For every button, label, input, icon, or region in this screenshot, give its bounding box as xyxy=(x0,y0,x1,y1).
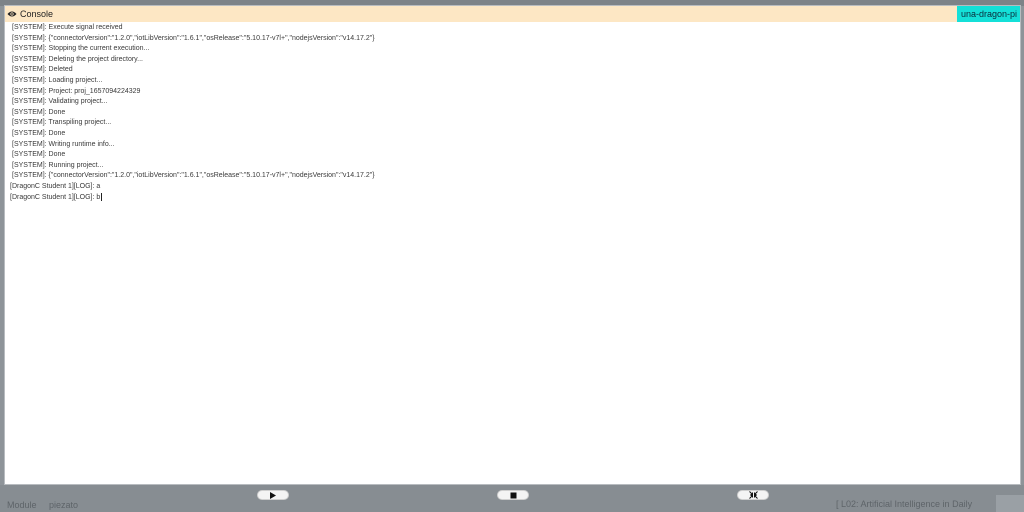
background-lesson-label: [ L02: Artificial Intelligence in Daily xyxy=(836,499,973,509)
log-line: [SYSTEM]: {"connectorVersion":"1.2.0","i… xyxy=(12,34,375,42)
collapse-icon xyxy=(748,486,758,504)
text-cursor xyxy=(101,192,103,201)
eye-icon[interactable] xyxy=(7,9,17,19)
log-line: [SYSTEM]: Loading project... xyxy=(12,76,103,84)
log-line: [SYSTEM]: Execute signal received xyxy=(12,24,123,31)
log-line: [SYSTEM]: Running project... xyxy=(12,161,104,169)
stop-button[interactable] xyxy=(497,490,529,500)
console-window: Console una-dragon-pi [SYSTEM]: Execute … xyxy=(4,5,1021,485)
stop-icon xyxy=(510,486,517,504)
background-module-label: Module xyxy=(7,500,37,510)
log-line: [SYSTEM]: Project: proj_1657094224329 xyxy=(12,87,141,95)
background-module-value: piezato xyxy=(49,500,79,510)
device-badge[interactable]: una-dragon-pi xyxy=(956,6,1020,22)
console-title: Console xyxy=(20,9,54,19)
fullscreen-button[interactable] xyxy=(737,490,769,500)
play-button[interactable] xyxy=(257,490,289,500)
log-line: [SYSTEM]: Done xyxy=(12,108,66,116)
log-line: [SYSTEM]: Transpiling project... xyxy=(12,119,112,127)
log-line: [SYSTEM]: Deleted xyxy=(12,66,73,74)
console-header: Console una-dragon-pi xyxy=(5,6,1020,22)
log-line: [SYSTEM]: Done xyxy=(12,129,66,137)
log-line: [SYSTEM]: Done xyxy=(12,151,66,159)
log-line: [DragonC Student 1][LOG]: b xyxy=(10,192,103,201)
log-line: [SYSTEM]: Writing runtime info... xyxy=(12,140,115,148)
log-line: [SYSTEM]: {"connectorVersion":"1.2.0","i… xyxy=(12,172,375,180)
bottom-toolbar: Module piezato [ L02: Artificial Intelli… xyxy=(0,485,1024,512)
log-line: [SYSTEM]: Stopping the current execution… xyxy=(12,45,150,53)
log-line: [SYSTEM]: Deleting the project directory… xyxy=(12,55,143,63)
log-output[interactable]: [SYSTEM]: Execute signal received [SYSTEM… xyxy=(10,23,1000,203)
background-button xyxy=(996,495,1024,512)
log-line: [DragonC Student 1][LOG]: a xyxy=(10,182,101,190)
play-icon xyxy=(269,486,277,504)
log-line: [SYSTEM]: Validating project... xyxy=(12,98,108,106)
